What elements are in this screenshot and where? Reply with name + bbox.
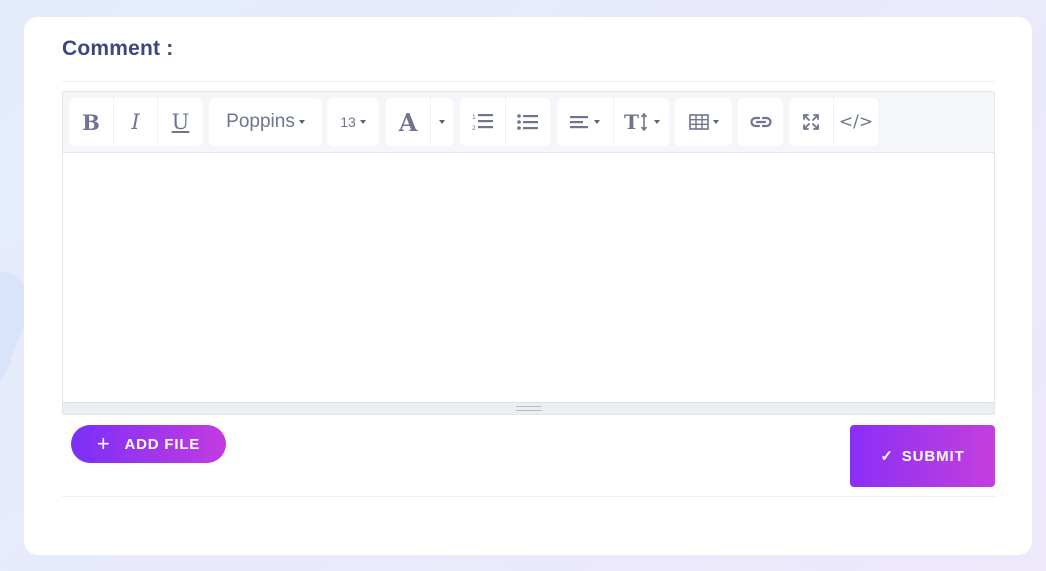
- bold-icon: B: [82, 109, 100, 135]
- chevron-down-icon: [712, 120, 719, 124]
- svg-text:1: 1: [472, 114, 476, 121]
- unordered-list-button[interactable]: [505, 98, 550, 146]
- font-size-label: 13: [340, 114, 356, 130]
- table-dropdown[interactable]: [675, 98, 732, 146]
- bold-button[interactable]: B: [69, 98, 113, 146]
- color-group: A: [386, 98, 453, 146]
- line-height-dropdown[interactable]: T: [613, 98, 669, 146]
- chevron-down-icon: [298, 120, 305, 124]
- svg-text:T: T: [624, 111, 639, 133]
- color-dropdown-button[interactable]: [430, 98, 453, 146]
- paragraph-align-dropdown[interactable]: [557, 98, 613, 146]
- font-size-dropdown[interactable]: 13: [327, 98, 379, 146]
- divider: [62, 81, 995, 82]
- ordered-list-icon: 1 2: [472, 114, 493, 132]
- resize-grip-icon: [515, 406, 542, 411]
- comment-card: Comment : B I U Poppins 13 A 1 2 T </> +…: [24, 17, 1032, 555]
- italic-button[interactable]: I: [113, 98, 157, 146]
- link-group: [738, 98, 783, 146]
- ordered-list-button[interactable]: 1 2: [460, 98, 505, 146]
- code-icon: </>: [838, 112, 874, 132]
- font-name-dropdown[interactable]: Poppins: [209, 98, 322, 146]
- table-group: [675, 98, 732, 146]
- editor-content-area[interactable]: [63, 153, 994, 402]
- submit-label: SUBMIT: [901, 447, 965, 465]
- svg-text:2: 2: [472, 125, 476, 132]
- divider: [62, 496, 995, 497]
- submit-button[interactable]: ✓ SUBMIT: [850, 425, 995, 487]
- fullscreen-button[interactable]: [789, 98, 833, 146]
- line-height-icon: T: [624, 111, 647, 133]
- italic-icon: I: [131, 110, 140, 134]
- rich-text-editor: B I U Poppins 13 A 1 2 T </>: [62, 91, 995, 415]
- insert-link-button[interactable]: [738, 98, 783, 146]
- chevron-down-icon: [653, 120, 660, 124]
- add-file-button[interactable]: + ADD FILE: [71, 425, 226, 463]
- style-button-group: B I U: [69, 98, 203, 146]
- paragraph-group: T: [557, 98, 669, 146]
- chevron-down-icon: [359, 120, 366, 124]
- font-color-icon: A: [398, 107, 418, 137]
- chevron-down-icon: [439, 120, 445, 124]
- underline-button[interactable]: U: [157, 98, 203, 146]
- editor-resize-handle[interactable]: [63, 402, 994, 414]
- add-file-label: ADD FILE: [124, 435, 201, 453]
- fullscreen-icon: [803, 114, 819, 130]
- section-title: Comment :: [62, 37, 174, 60]
- unordered-list-icon: [517, 114, 538, 130]
- table-icon: [688, 114, 709, 130]
- check-icon: ✓: [880, 448, 894, 465]
- font-color-button[interactable]: A: [386, 98, 430, 146]
- link-icon: [749, 116, 772, 128]
- align-left-icon: [570, 116, 588, 129]
- editor-toolbar: B I U Poppins 13 A 1 2 T </>: [63, 92, 994, 153]
- font-name-group: Poppins: [209, 98, 322, 146]
- code-view-button[interactable]: </>: [833, 98, 878, 146]
- underline-icon: U: [171, 110, 190, 134]
- font-size-group: 13: [327, 98, 379, 146]
- chevron-down-icon: [594, 120, 600, 124]
- font-name-label: Poppins: [226, 111, 295, 132]
- list-group: 1 2: [460, 98, 550, 146]
- view-group: </>: [789, 98, 878, 146]
- plus-icon: +: [96, 431, 111, 456]
